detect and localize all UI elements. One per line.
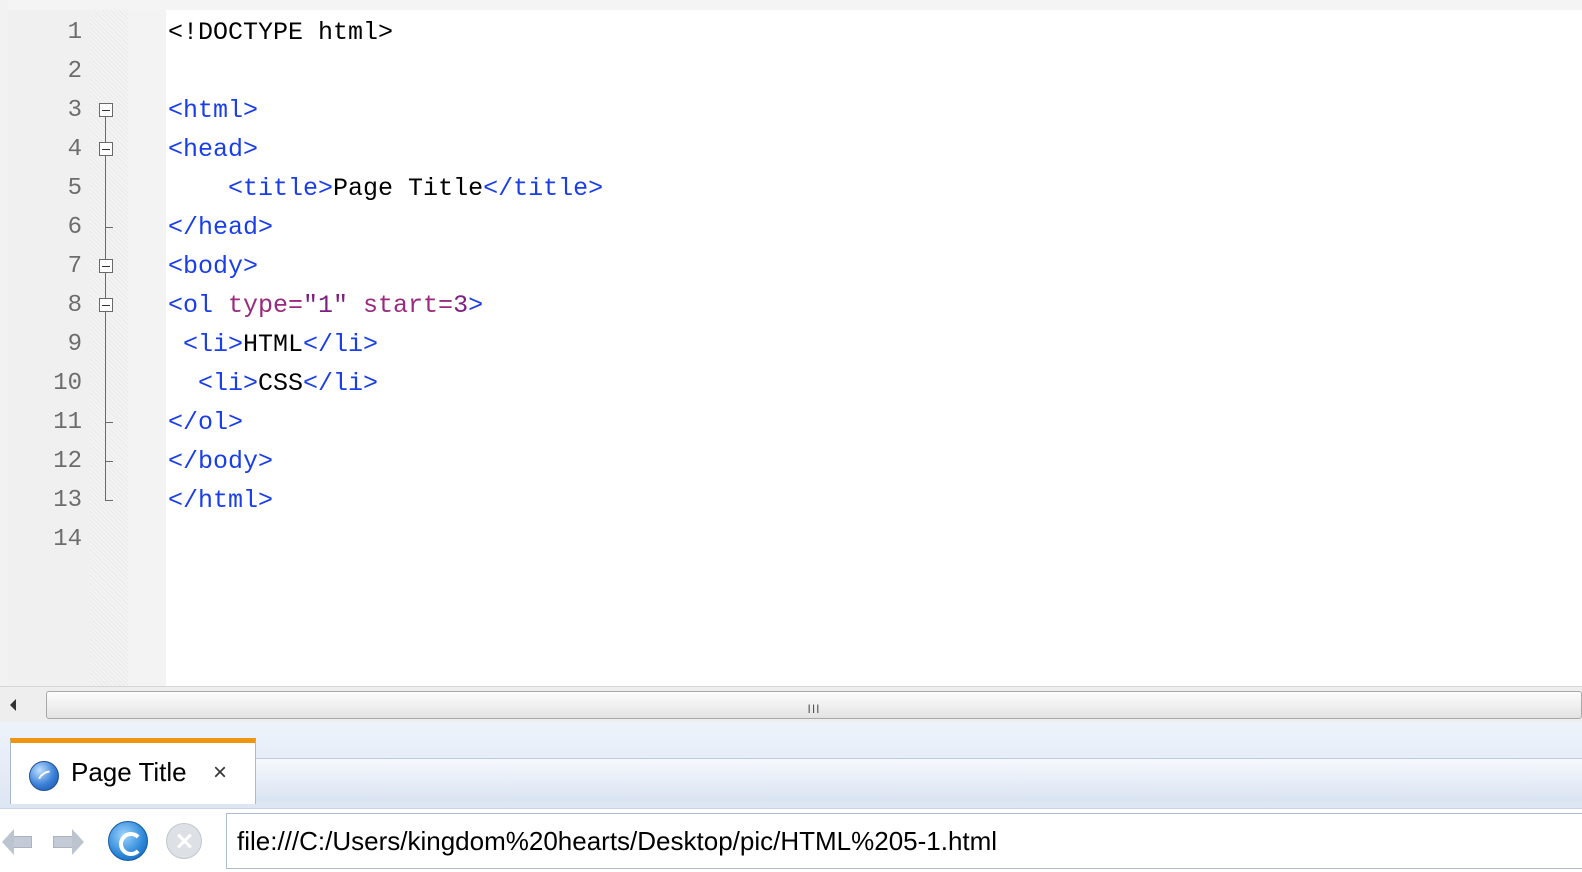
- code-token-tag: </li>: [303, 369, 379, 398]
- code-text[interactable]: <li>HTML</li>: [168, 325, 378, 364]
- fold-guide: [90, 442, 128, 481]
- code-text[interactable]: <ol type="1" start=3>: [168, 286, 483, 325]
- line-number: 1: [67, 19, 82, 46]
- code-text[interactable]: <li>CSS</li>: [168, 364, 378, 403]
- scrollbar-grip: III: [807, 702, 821, 716]
- line-number: 6: [67, 214, 82, 241]
- address-url: file:///C:/Users/kingdom%20hearts/Deskto…: [237, 826, 998, 856]
- tab-close-button[interactable]: ×: [213, 759, 227, 787]
- refresh-icon[interactable]: [108, 821, 148, 861]
- horizontal-scrollbar[interactable]: III: [0, 686, 1582, 722]
- code-token-attr: start=: [348, 291, 454, 320]
- code-token-tag: <li>: [198, 369, 259, 398]
- code-text[interactable]: </html>: [168, 481, 273, 520]
- code-token-tag: </li>: [303, 330, 379, 359]
- code-token-tag: >: [468, 291, 484, 320]
- tab-title: Page Title: [71, 757, 187, 787]
- code-token-tag: <title>: [228, 174, 334, 203]
- code-token-val: "1": [303, 291, 349, 320]
- code-editor[interactable]: 1 <!DOCTYPE html> 2 3 <html> 4 <head> 5 <title>…: [0, 0, 1582, 686]
- fold-guide: [90, 364, 128, 403]
- code-line[interactable]: 12 </body>: [0, 442, 1582, 481]
- line-number: 11: [53, 409, 82, 436]
- code-line[interactable]: 1 <!DOCTYPE html>: [0, 13, 1582, 52]
- code-line[interactable]: 13 </html>: [0, 481, 1582, 520]
- code-line[interactable]: 6 </head>: [0, 208, 1582, 247]
- code-line[interactable]: 9 <li>HTML</li>: [0, 325, 1582, 364]
- code-text[interactable]: <head>: [168, 130, 258, 169]
- line-number: 2: [67, 58, 82, 85]
- navigation-bar: file:///C:/Users/kingdom%20hearts/Deskto…: [0, 808, 1582, 872]
- fold-guide: [90, 208, 128, 247]
- code-line[interactable]: 11 </ol>: [0, 403, 1582, 442]
- code-token-tag: </head>: [168, 213, 274, 242]
- code-token-text: <!DOCTYPE html>: [168, 18, 394, 47]
- fold-guide: [90, 481, 128, 520]
- code-token-tag: <ol: [168, 291, 214, 320]
- code-token-tag: </html>: [168, 486, 274, 515]
- code-token-tag: </body>: [168, 447, 274, 476]
- code-line[interactable]: 3 <html>: [0, 91, 1582, 130]
- code-token-tag: </title>: [483, 174, 604, 203]
- code-token-tag: <body>: [168, 252, 259, 281]
- line-number: 14: [53, 526, 82, 553]
- code-line[interactable]: 4 <head>: [0, 130, 1582, 169]
- code-token-text: Page Title: [333, 174, 484, 203]
- code-line[interactable]: 10 <li>CSS</li>: [0, 364, 1582, 403]
- tab-page-title[interactable]: Page Title ×: [10, 738, 256, 804]
- code-text[interactable]: </head>: [168, 208, 273, 247]
- line-number: 5: [67, 175, 82, 202]
- line-number: 3: [67, 97, 82, 124]
- stop-icon[interactable]: [166, 823, 202, 859]
- line-number: 9: [67, 331, 82, 358]
- line-number: 7: [67, 253, 82, 280]
- editor-top-border: [0, 0, 1582, 10]
- code-text[interactable]: <body>: [168, 247, 258, 286]
- code-text[interactable]: <title>Page Title</title>: [168, 169, 603, 208]
- code-text[interactable]: <!DOCTYPE html>: [168, 13, 393, 52]
- fold-guide: [90, 403, 128, 442]
- code-token-val: 3: [453, 291, 469, 320]
- code-line[interactable]: 8 <ol type="1" start=3>: [0, 286, 1582, 325]
- scrollbar-thumb[interactable]: III: [46, 691, 1582, 719]
- scroll-left-arrow-icon[interactable]: [10, 699, 16, 711]
- code-token-tag: </ol>: [168, 408, 244, 437]
- code-line[interactable]: 2: [0, 52, 1582, 91]
- line-number: 10: [53, 370, 82, 397]
- fold-collapse-icon[interactable]: [90, 91, 128, 130]
- globe-icon: [29, 761, 59, 791]
- fold-collapse-icon[interactable]: [90, 247, 128, 286]
- code-line[interactable]: 7 <body>: [0, 247, 1582, 286]
- code-line[interactable]: 5 <title>Page Title</title>: [0, 169, 1582, 208]
- browser-tab-bar: Page Title ×: [0, 722, 1582, 808]
- line-number: 4: [67, 136, 82, 163]
- code-token-tag: <head>: [168, 135, 259, 164]
- forward-arrow-icon[interactable]: [50, 825, 84, 859]
- address-bar[interactable]: file:///C:/Users/kingdom%20hearts/Deskto…: [226, 813, 1582, 869]
- code-token-tag: <html>: [168, 96, 259, 125]
- fold-collapse-icon[interactable]: [90, 286, 128, 325]
- code-text[interactable]: <html>: [168, 91, 258, 130]
- code-token-tag: <li>: [183, 330, 244, 359]
- fold-collapse-icon[interactable]: [90, 130, 128, 169]
- code-token-text: HTML: [243, 330, 304, 359]
- code-line[interactable]: 14: [0, 520, 1582, 559]
- line-number: 8: [67, 292, 82, 319]
- code-text[interactable]: </body>: [168, 442, 273, 481]
- code-token-text: CSS: [258, 369, 304, 398]
- fold-guide: [90, 325, 128, 364]
- fold-guide: [90, 52, 128, 91]
- back-arrow-icon[interactable]: [2, 825, 36, 859]
- fold-guide: [90, 169, 128, 208]
- tab-strip: [256, 758, 1582, 802]
- fold-guide: [90, 13, 128, 52]
- line-number: 13: [53, 487, 82, 514]
- code-text[interactable]: </ol>: [168, 403, 243, 442]
- fold-guide: [90, 520, 128, 559]
- code-token-attr: type=: [213, 291, 304, 320]
- line-number: 12: [53, 448, 82, 475]
